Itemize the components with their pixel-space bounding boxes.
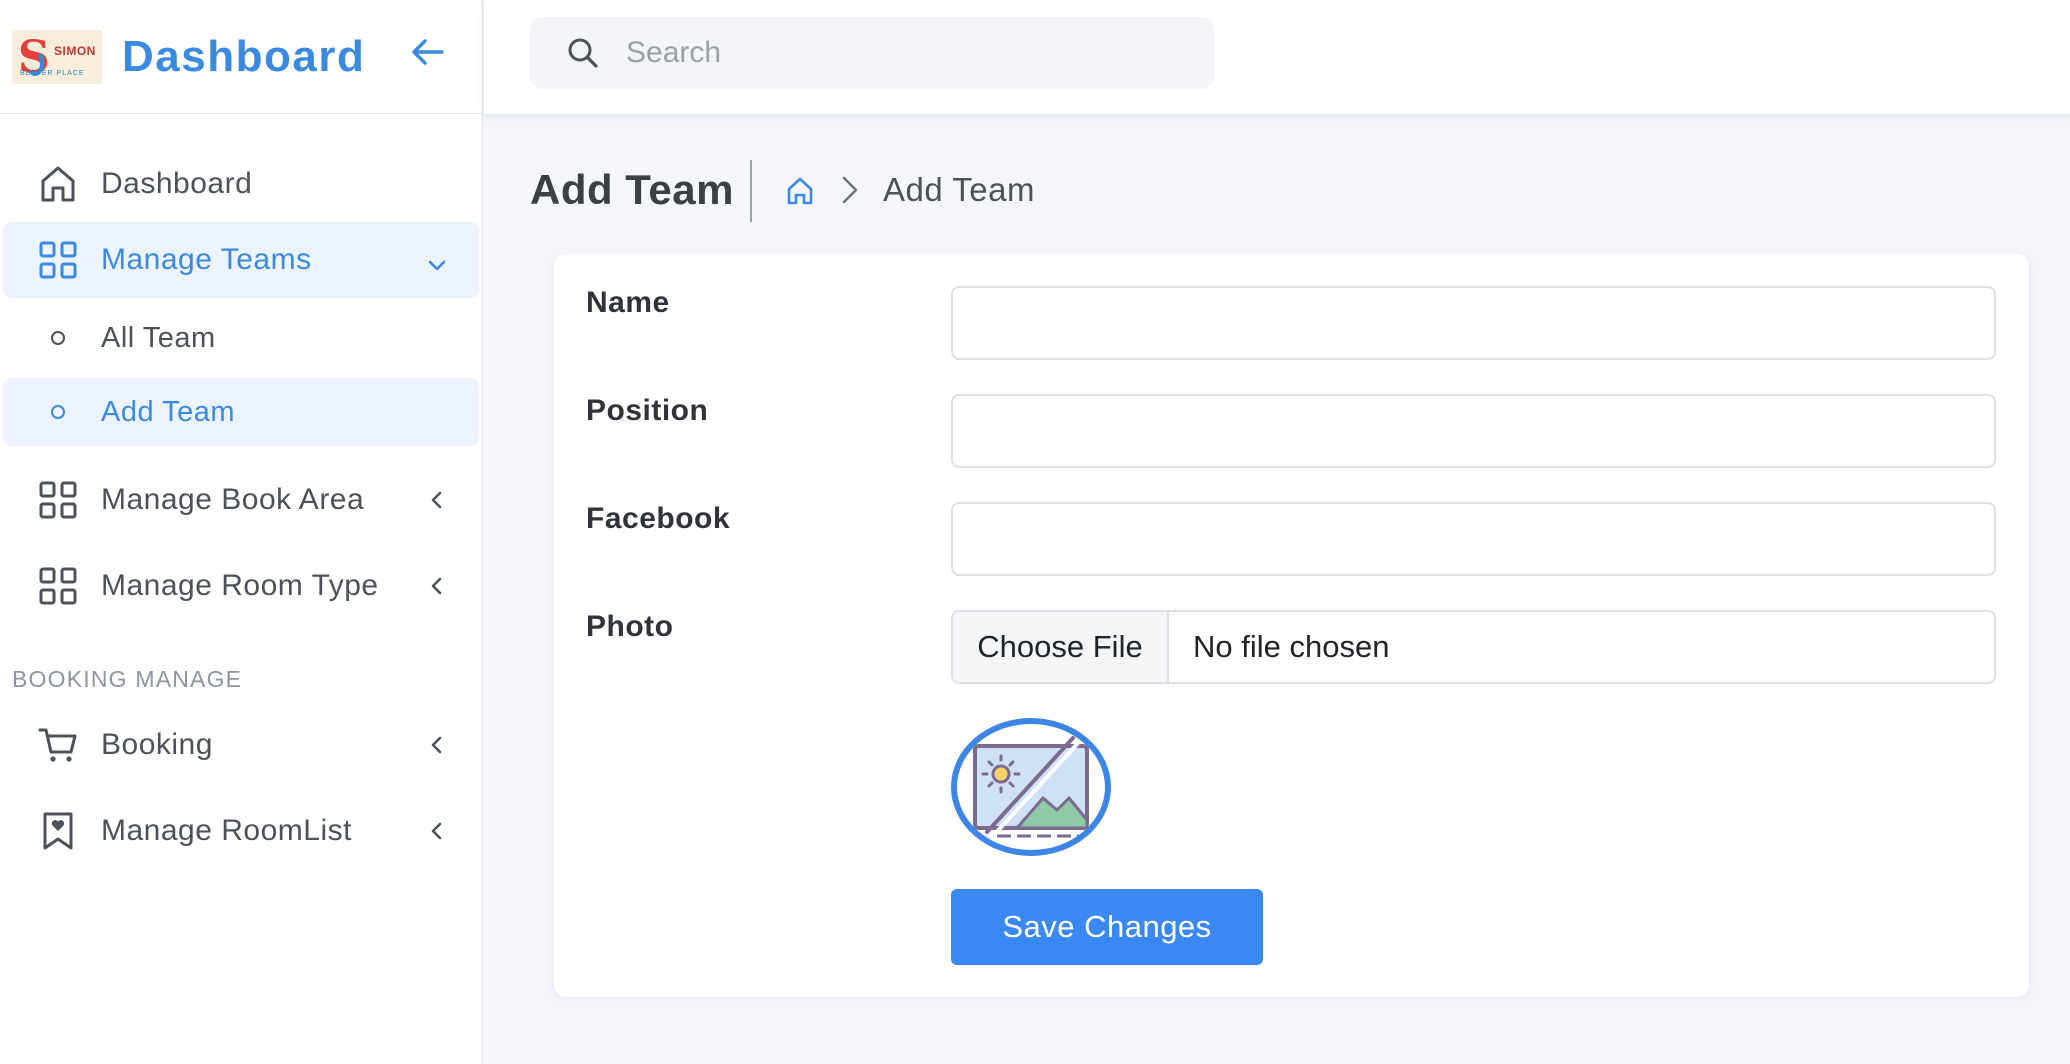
bookmark-heart-icon [43, 812, 73, 850]
sidebar-item-label: Manage Room Type [101, 569, 379, 602]
breadcrumb-current: Add Team [883, 171, 1035, 208]
sidebar-nav: Dashboard Manage Teams All Team Add Team [0, 114, 482, 869]
save-changes-button[interactable]: Save Changes [951, 889, 1263, 965]
add-team-form-card: Name Position Facebook Photo Choose File… [554, 254, 2029, 997]
photo-preview [951, 718, 1111, 856]
chevron-left-icon [431, 736, 442, 754]
grid-icon [39, 481, 77, 519]
home-icon [41, 166, 75, 202]
sidebar-subitem-add-team[interactable]: Add Team [3, 378, 479, 446]
name-field[interactable] [951, 286, 1996, 360]
sidebar-item-manage-book-area[interactable]: Manage Book Area [3, 462, 479, 538]
photo-label: Photo [586, 610, 674, 643]
chevron-left-icon [431, 577, 442, 595]
sidebar-item-label: Manage RoomList [101, 814, 352, 847]
photo-file-input[interactable]: Choose File No file chosen [951, 610, 1996, 684]
sidebar-item-label: Manage Teams [101, 243, 312, 276]
sidebar-item-dashboard[interactable]: Dashboard [3, 146, 479, 222]
chevron-left-icon [431, 822, 442, 840]
choose-file-button[interactable]: Choose File [953, 612, 1169, 682]
home-icon[interactable] [784, 174, 816, 208]
sidebar-item-label: Dashboard [101, 167, 253, 200]
sidebar: S SIMON BETTER PLACE Dashboard Dashboard… [0, 0, 483, 1064]
position-label: Position [586, 394, 709, 427]
chevron-right-icon [842, 176, 858, 204]
logo-tagline: BETTER PLACE [20, 69, 85, 77]
sidebar-header: S SIMON BETTER PLACE Dashboard [0, 0, 482, 114]
brand-title: Dashboard [122, 31, 366, 81]
grid-icon [39, 567, 77, 605]
chevron-down-icon [428, 260, 446, 271]
sidebar-item-label: Manage Book Area [101, 483, 365, 516]
page-title: Add Team [530, 166, 734, 213]
facebook-field[interactable] [951, 502, 1996, 576]
sidebar-subitem-label: All Team [101, 321, 216, 354]
name-label: Name [586, 286, 670, 319]
logo-name: SIMON [54, 43, 96, 58]
topbar: Search [484, 0, 2070, 114]
sidebar-subitem-label: Add Team [101, 395, 236, 428]
cart-icon [38, 728, 77, 762]
bullet-icon [51, 405, 65, 419]
image-placeholder-icon [973, 736, 1089, 838]
search-icon [568, 38, 598, 68]
sidebar-item-label: Booking [101, 728, 213, 761]
bullet-icon [51, 331, 65, 345]
search-box[interactable]: Search [530, 17, 1214, 89]
search-input[interactable]: Search [626, 36, 721, 70]
sidebar-subitem-all-team[interactable]: All Team [3, 304, 479, 372]
arrow-left-icon[interactable] [408, 32, 448, 72]
sidebar-item-booking[interactable]: Booking [3, 707, 479, 783]
sidebar-item-manage-roomlist[interactable]: Manage RoomList [3, 793, 479, 869]
facebook-label: Facebook [586, 502, 731, 535]
sidebar-item-manage-teams[interactable]: Manage Teams [3, 222, 479, 298]
breadcrumb-divider [750, 160, 752, 222]
grid-icon [39, 241, 77, 279]
sidebar-item-manage-room-type[interactable]: Manage Room Type [3, 548, 479, 624]
position-field[interactable] [951, 394, 1996, 468]
file-status: No file chosen [1193, 629, 1390, 664]
section-label-booking-manage: BOOKING MANAGE [12, 666, 243, 692]
brand-logo[interactable]: S SIMON BETTER PLACE [12, 29, 102, 84]
chevron-left-icon [431, 491, 442, 509]
